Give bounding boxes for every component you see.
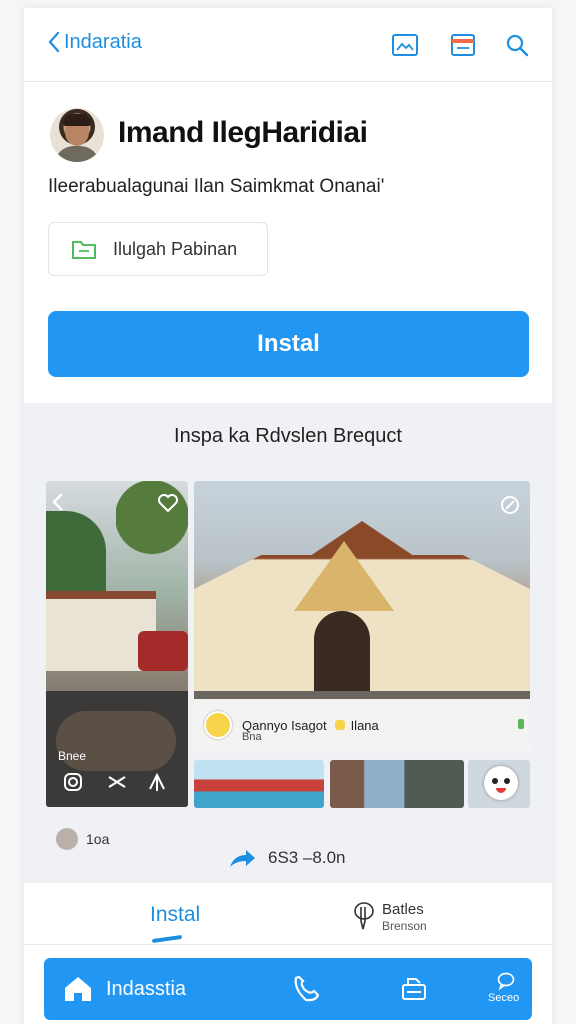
tab-install[interactable]: Instal	[150, 903, 200, 927]
caption-bar[interactable]: Qannyo Isagot Ilana Bna	[194, 699, 530, 751]
chat-bubble-icon	[497, 972, 515, 991]
search-icon	[506, 34, 529, 57]
chip-label: Ilulgah Pabinan	[113, 238, 238, 259]
compass-icon[interactable]	[498, 493, 522, 517]
tab-bar: Instal Batles Brenson	[24, 883, 552, 945]
tab-other-sub: Brenson	[382, 919, 427, 933]
calendar-button[interactable]	[448, 30, 478, 60]
image-button[interactable]	[390, 30, 420, 60]
phone-icon	[294, 975, 320, 1002]
profile-name: Imand IlegHaridiai	[118, 116, 368, 149]
gallery-title: Inspa ka Rdvslen Brequct	[174, 425, 402, 447]
caption-sub: Bna	[242, 731, 262, 743]
pen-icon[interactable]	[352, 901, 376, 931]
instagram-icon[interactable]	[60, 769, 86, 795]
search-button[interactable]	[502, 30, 532, 60]
folder-icon	[72, 241, 96, 259]
back-arrow-icon[interactable]	[48, 491, 70, 513]
chevron-left-icon	[48, 31, 60, 53]
brand-logo	[204, 711, 232, 739]
tab-other-title[interactable]: Batles	[382, 901, 424, 918]
thumbnail-market[interactable]	[194, 760, 324, 808]
thumbnail-mascot[interactable]	[468, 760, 530, 808]
share-arrow-icon[interactable]	[146, 771, 168, 793]
nav-inbox[interactable]	[398, 958, 430, 1020]
badge-dot-icon	[334, 720, 345, 730]
indicator-icon	[518, 719, 524, 729]
category-chip[interactable]: Ilulgah Pabinan	[48, 222, 268, 276]
avatar[interactable]	[50, 108, 104, 162]
back-label: Indaratia	[64, 30, 142, 53]
nav-secondary-label: Seceo	[488, 992, 520, 1004]
bottom-nav: Indasstia Seceo	[44, 958, 532, 1020]
shuffle-icon[interactable]	[106, 771, 128, 793]
app-frame: Indaratia Imand IlegHaridiai Ileerabuala…	[24, 8, 552, 1024]
home-icon	[65, 977, 91, 1001]
active-tab-indicator	[151, 934, 183, 944]
caption-badge: Ilana	[350, 717, 379, 733]
share-text: 6S3 –8.0n	[268, 848, 346, 867]
share-button[interactable]: 6S3 –8.0n	[228, 847, 346, 869]
heart-icon[interactable]	[156, 491, 180, 515]
nav-phone[interactable]	[290, 958, 322, 1020]
nav-home[interactable]: Indasstia	[62, 958, 186, 1020]
gallery-tile-street[interactable]: Bnee	[46, 481, 188, 807]
share-icon	[230, 850, 255, 867]
nav-home-label: Indasstia	[106, 977, 187, 1000]
profile-subtitle: Ileerabualagunai Ilan Saimkmat Onanai'	[48, 176, 385, 197]
thumbnail-people[interactable]	[330, 760, 464, 808]
top-bar: Indaratia	[24, 8, 552, 82]
image-icon	[392, 34, 418, 56]
small-avatar	[56, 828, 78, 850]
calendar-icon	[451, 34, 475, 56]
tile-label: Bnee	[58, 749, 87, 763]
install-button[interactable]: Instal	[48, 311, 529, 377]
inbox-icon	[402, 978, 426, 1000]
gallery-section: Inspa ka Rdvslen Brequct Bnee Qannyo Isa…	[24, 403, 552, 883]
reaction-count: 1oa	[86, 831, 110, 847]
back-button[interactable]: Indaratia	[46, 30, 142, 54]
